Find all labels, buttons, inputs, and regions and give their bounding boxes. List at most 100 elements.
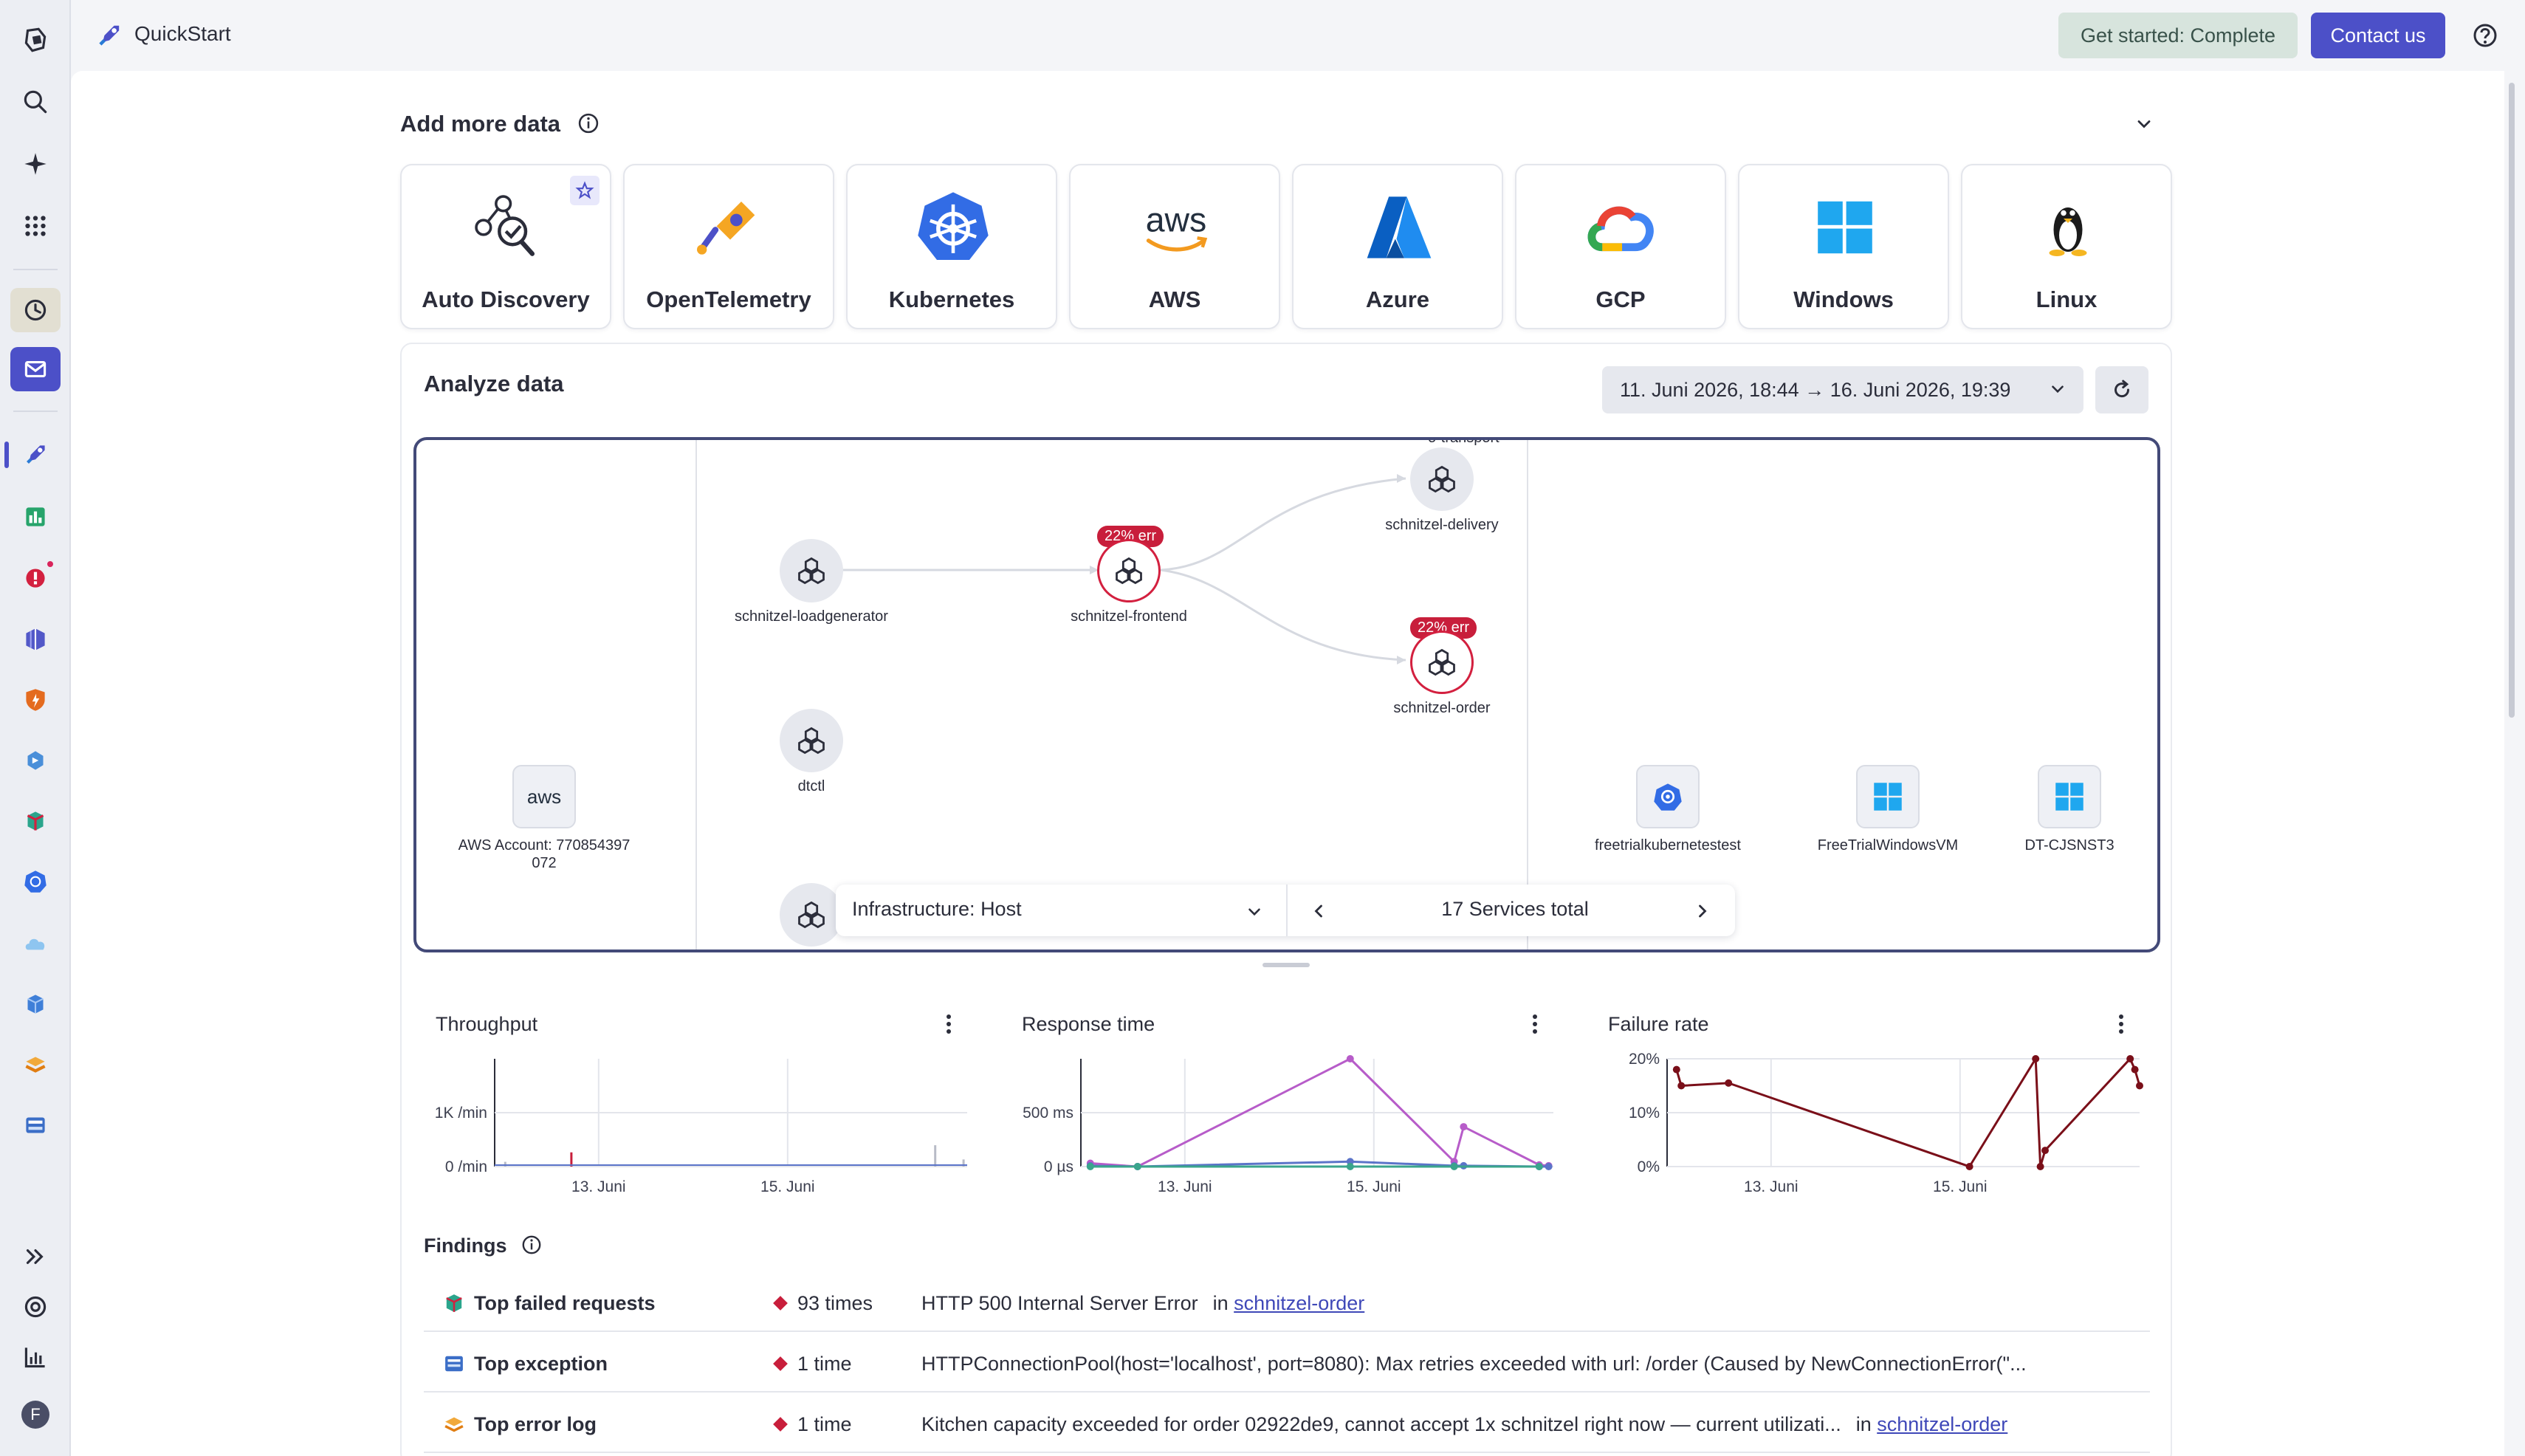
finding-label: Top failed requests (474, 1292, 656, 1314)
search-icon[interactable] (10, 80, 61, 124)
scrollbar-thumb[interactable] (2509, 83, 2515, 718)
finding-row-exception[interactable]: Top exception 1 time HTTPConnectionPool(… (424, 1333, 2150, 1393)
tile-aws[interactable]: aws AWS (1069, 164, 1280, 329)
tile-label: Kubernetes (888, 286, 1015, 312)
x-tick-label: 13. Juni (571, 1178, 626, 1195)
tile-azure[interactable]: Azure (1292, 164, 1503, 329)
tile-linux[interactable]: Linux (1961, 164, 2172, 329)
tile-kubernetes[interactable]: Kubernetes (846, 164, 1057, 329)
opentelemetry-icon (686, 186, 774, 269)
info-icon[interactable] (576, 111, 601, 136)
infrastructure-selector[interactable]: Infrastructure: Host (852, 898, 1022, 921)
logs-cube-icon[interactable] (10, 799, 61, 843)
service-cubes-icon (1116, 557, 1142, 585)
apps-grid-icon[interactable] (10, 204, 61, 248)
chevron-left-icon[interactable] (1308, 901, 1329, 921)
finding-row-error-log[interactable]: Top error log 1 time Kitchen capacity ex… (424, 1394, 2150, 1453)
tile-label: GCP (1595, 286, 1646, 312)
topology-edges (811, 474, 1406, 665)
help-icon[interactable] (2470, 21, 2500, 50)
node-label: schnitzel-delivery (1385, 517, 1499, 533)
topology-view[interactable]: o-transport aws AWS Account: 770854397 0… (413, 437, 2160, 952)
notification-dot (46, 560, 55, 569)
aws-account-node[interactable]: aws (512, 765, 576, 828)
chevron-right-icon[interactable] (1692, 901, 1713, 921)
favorite-star-icon[interactable] (570, 176, 600, 205)
chevron-down-icon (2052, 385, 2064, 394)
finding-in-text: in (1855, 1413, 1872, 1435)
cloud-icon[interactable] (10, 921, 61, 966)
finding-row-failed-requests[interactable]: Top failed requests 93 times HTTP 500 In… (424, 1273, 2150, 1332)
service-node-delivery[interactable] (1410, 447, 1474, 511)
windows-icon (1801, 186, 1889, 269)
throughput-chart[interactable]: 13. Juni 15. Juni 1K /min 0 /min (421, 1048, 975, 1196)
expand-rail-icon[interactable] (10, 1234, 61, 1279)
storage-icon[interactable] (10, 1103, 61, 1147)
tile-opentelemetry[interactable]: OpenTelemetry (623, 164, 834, 329)
finding-service-link[interactable]: schnitzel-order (1234, 1292, 1364, 1314)
aws-account-label-line2: 072 (532, 855, 557, 871)
kubernetes-icon[interactable] (10, 859, 61, 904)
services-icon[interactable] (10, 738, 61, 783)
security-shield-icon[interactable] (10, 678, 61, 722)
host-node-kubernetes[interactable] (1636, 765, 1700, 828)
refresh-button[interactable] (2095, 366, 2148, 413)
more-options-icon[interactable] (2110, 1013, 2132, 1035)
service-node-dtctl[interactable] (780, 709, 843, 772)
host-node-dt-cjsnst3[interactable] (2038, 765, 2101, 828)
database-cube-icon[interactable] (10, 982, 61, 1026)
analytics-chart-icon[interactable] (10, 1335, 61, 1379)
info-icon[interactable] (520, 1233, 543, 1257)
add-data-title: Add more data (400, 111, 561, 137)
host-node-freetrialwindowsvm[interactable] (1856, 765, 1920, 828)
recent-clock-icon[interactable] (10, 288, 61, 332)
infrastructure-icon[interactable] (10, 617, 61, 662)
contact-us-button[interactable]: Contact us (2311, 13, 2445, 58)
dashboards-icon[interactable] (10, 495, 61, 539)
node-label: schnitzel-loadgenerator (735, 608, 888, 625)
failure-rate-chart[interactable]: 13. Juni 15. Juni 20% 10% 0% (1593, 1048, 2147, 1196)
y-tick-label: 500 ms (1023, 1105, 1073, 1122)
support-lifebuoy-icon[interactable] (10, 1285, 61, 1329)
y-tick-label: 0% (1638, 1158, 1660, 1175)
tile-label: Auto Discovery (422, 286, 590, 312)
timeframe-selector[interactable]: 11. Juni 2026, 18:44 → 16. Juni 2026, 19… (1602, 366, 2083, 413)
finding-service-link[interactable]: schnitzel-order (1877, 1413, 2007, 1435)
sparkle-icon[interactable] (10, 142, 61, 186)
series-point (1725, 1079, 1733, 1087)
infrastructure-node-partial[interactable] (780, 883, 843, 947)
resize-handle[interactable] (1262, 963, 1310, 967)
finding-in-text: in (1212, 1292, 1229, 1314)
series-point (2036, 1163, 2044, 1170)
more-options-icon[interactable] (1524, 1013, 1546, 1035)
avatar[interactable]: F (10, 1393, 61, 1437)
tile-label: Azure (1365, 286, 1430, 312)
severity-diamond-icon (773, 1417, 788, 1432)
more-options-icon[interactable] (938, 1013, 960, 1035)
series-point (2126, 1055, 2134, 1062)
tile-label: Windows (1793, 286, 1894, 312)
series-point (2136, 1082, 2143, 1090)
dynatrace-logo-icon[interactable] (10, 18, 61, 62)
quickstart-rocket-icon[interactable] (10, 433, 61, 477)
response-time-chart[interactable]: 13. Juni 15. Juni 500 ms 0 µs (1007, 1048, 1561, 1196)
service-node-frontend[interactable] (1097, 539, 1161, 602)
service-node-order[interactable] (1410, 631, 1474, 694)
chevron-down-icon[interactable] (1245, 902, 1264, 921)
rail-separator (13, 411, 58, 412)
collapse-chevron-icon[interactable] (2134, 114, 2154, 134)
tile-windows[interactable]: Windows (1738, 164, 1949, 329)
service-node-loadgenerator[interactable] (780, 539, 843, 602)
get-started-button[interactable]: Get started: Complete (2058, 13, 2298, 58)
layers-icon[interactable] (10, 1043, 61, 1087)
tile-gcp[interactable]: GCP (1515, 164, 1726, 329)
services-count: 17 Services total (1441, 898, 1589, 920)
response-time-title: Response time (1022, 1013, 1155, 1035)
mail-icon[interactable] (10, 347, 61, 391)
finding-count: 1 time (797, 1353, 852, 1375)
windows-icon (1874, 783, 1902, 811)
finding-message-text: Kitchen capacity exceeded for order 0292… (921, 1413, 1841, 1435)
tile-auto-discovery[interactable]: Auto Discovery (400, 164, 611, 329)
x-tick-label: 15. Juni (1933, 1178, 1988, 1195)
finding-message-text: HTTP 500 Internal Server Error (921, 1292, 1198, 1314)
